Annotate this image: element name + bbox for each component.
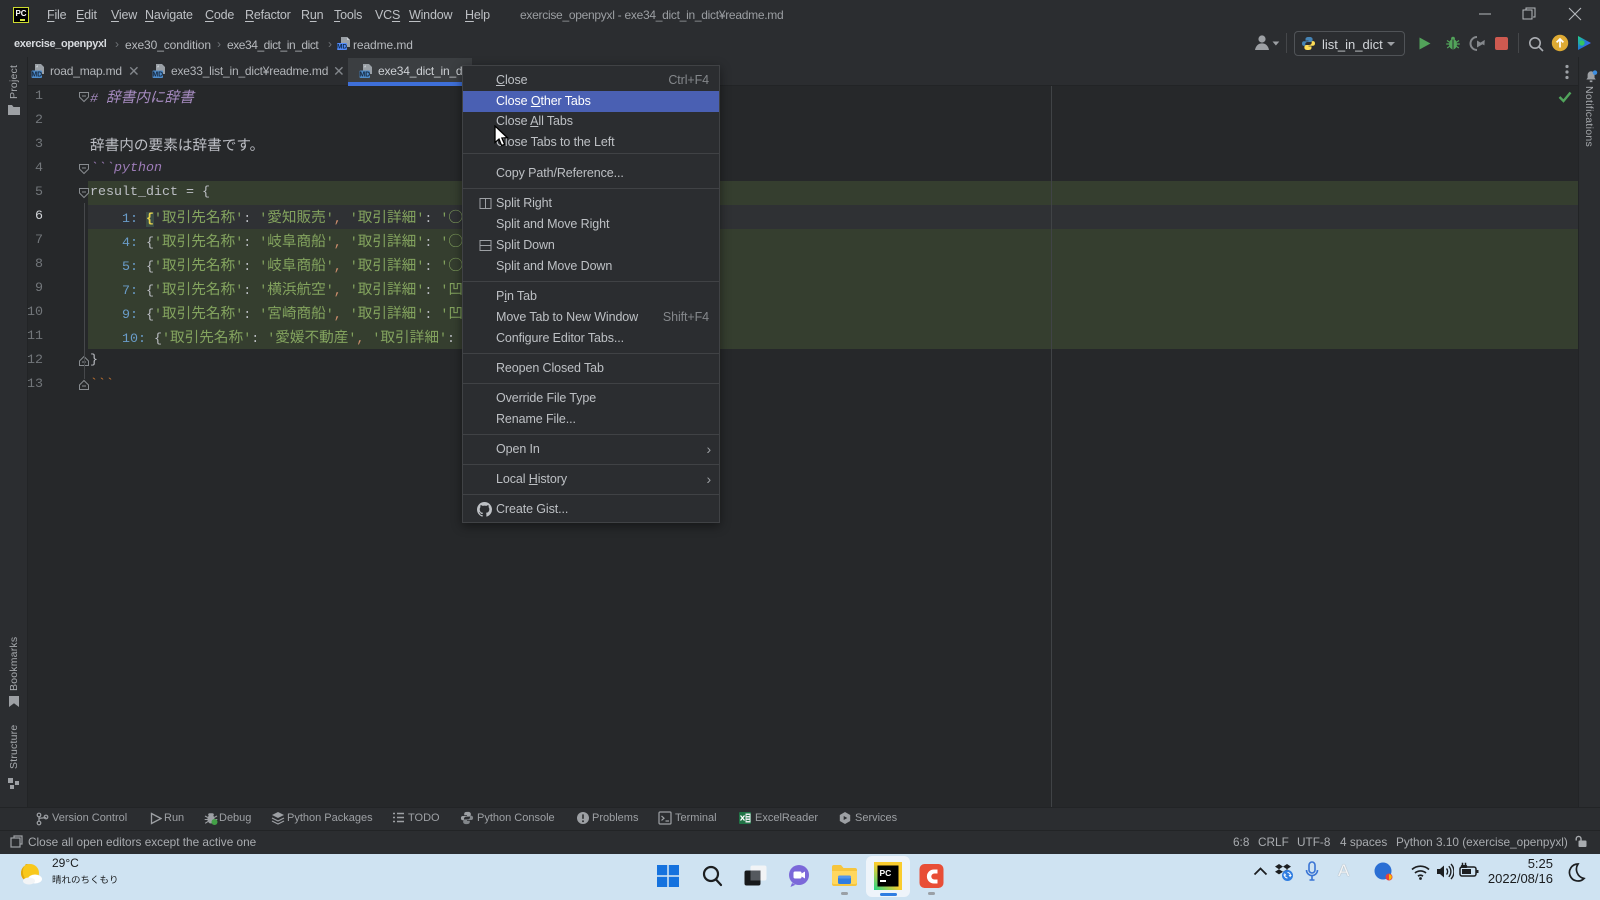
svg-text:MD: MD bbox=[152, 72, 163, 79]
svg-text:MD: MD bbox=[31, 72, 42, 79]
svg-text:MD: MD bbox=[337, 44, 347, 51]
svg-text:MD: MD bbox=[359, 72, 370, 79]
svg-text:PC: PC bbox=[880, 868, 892, 878]
